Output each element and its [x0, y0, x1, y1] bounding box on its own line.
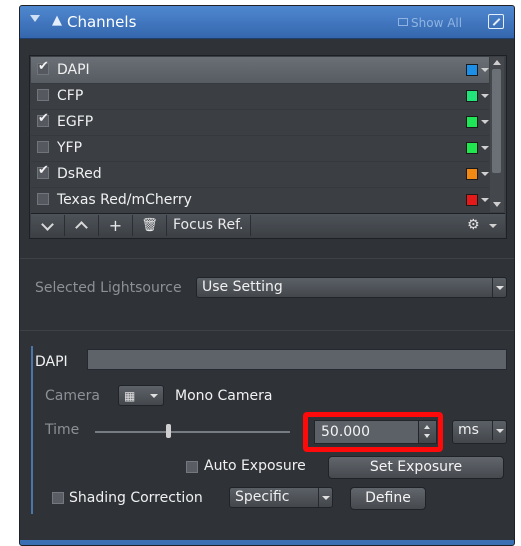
channel-checkbox[interactable]	[37, 59, 49, 75]
gear-dropdown-icon[interactable]	[489, 224, 497, 228]
move-up-button[interactable]	[65, 215, 99, 236]
channel-color-swatch[interactable]	[466, 142, 478, 154]
channel-color-swatch[interactable]	[466, 194, 478, 206]
panel-header[interactable]: ▲ Channels Show All	[20, 6, 514, 39]
next-panel-header[interactable]	[20, 540, 514, 545]
channel-row[interactable]: DAPI	[31, 57, 489, 84]
lightsource-value: Use Setting	[202, 279, 283, 295]
undock-icon[interactable]	[488, 14, 504, 29]
collapse-chevron-icon[interactable]	[30, 15, 40, 22]
scroll-up-arrow-icon[interactable]	[493, 60, 501, 65]
auto-exposure-checkbox[interactable]	[186, 461, 198, 473]
add-channel-button[interactable]: +	[99, 215, 133, 236]
chevron-up-icon	[75, 221, 88, 234]
exposure-slider-thumb[interactable]	[166, 424, 171, 438]
channel-name: Texas Red/mCherry	[57, 192, 192, 208]
chevron-down-icon	[318, 488, 332, 507]
shading-mode-dropdown[interactable]: Specific	[229, 487, 333, 508]
lightsource-label: Selected Lightsource	[35, 280, 182, 296]
set-exposure-button[interactable]: Set Exposure	[328, 456, 504, 479]
channel-checkbox[interactable]	[37, 89, 49, 101]
channel-row[interactable]: DsRed	[31, 161, 489, 188]
channel-icon: ▲	[52, 13, 62, 28]
auto-exposure-label: Auto Exposure	[204, 458, 306, 474]
channel-row[interactable]: YFP	[31, 135, 489, 162]
chevron-down-icon[interactable]	[481, 120, 489, 124]
time-unit-dropdown[interactable]: ms	[452, 420, 507, 444]
channel-list-scrollbar[interactable]	[490, 57, 504, 212]
channel-name-field[interactable]	[87, 349, 507, 370]
time-unit-value: ms	[458, 422, 479, 438]
exposure-slider-track[interactable]	[95, 431, 290, 433]
time-label: Time	[45, 422, 80, 438]
camera-name: Mono Camera	[175, 388, 273, 404]
channel-name: CFP	[57, 88, 84, 104]
gear-icon[interactable]: ⚙	[467, 215, 480, 236]
camera-select-button[interactable]: ▦	[118, 385, 164, 406]
channel-row[interactable]: CFP	[31, 83, 489, 110]
define-button[interactable]: Define	[350, 487, 426, 510]
shading-correction-label: Shading Correction	[69, 490, 203, 506]
move-down-button[interactable]	[31, 215, 65, 236]
channel-name: DAPI	[57, 62, 90, 78]
chevron-down-icon[interactable]	[481, 146, 489, 150]
channel-checkbox[interactable]	[37, 193, 49, 205]
channel-row[interactable]: Texas Red/mCherry	[31, 187, 489, 214]
chevron-down-icon[interactable]	[481, 198, 489, 202]
trash-icon: 🗑	[141, 218, 158, 233]
channel-checkbox[interactable]	[37, 141, 49, 153]
camera-label: Camera	[45, 388, 100, 404]
shading-mode-value: Specific	[235, 489, 290, 505]
show-all-label: Show All	[411, 16, 463, 30]
channels-panel: ▲ Channels Show All DAPI CFP EGFP YFP DsRed T…	[19, 5, 515, 546]
channel-checkbox[interactable]	[37, 163, 49, 179]
shading-correction-checkbox[interactable]	[52, 492, 64, 504]
panel-title: Channels	[67, 13, 137, 31]
chevron-down-icon[interactable]	[481, 68, 489, 72]
channel-name: YFP	[57, 140, 83, 156]
chevron-down-icon	[150, 394, 158, 398]
show-all-toggle[interactable]: Show All	[398, 16, 462, 30]
lightsource-dropdown[interactable]: Use Setting	[196, 277, 507, 298]
chevron-down-icon	[492, 421, 506, 440]
delete-channel-button[interactable]: 🗑	[133, 215, 167, 236]
channel-color-swatch[interactable]	[466, 168, 478, 180]
highlight-box	[303, 412, 443, 452]
scroll-down-arrow-icon[interactable]	[493, 202, 501, 207]
chevron-down-icon	[41, 218, 54, 231]
channel-list: DAPI CFP EGFP YFP DsRed Texas Red/mCherry + 🗑…	[29, 55, 507, 239]
channel-list-toolbar: + 🗑 Focus Ref. ⚙	[31, 213, 505, 238]
channel-color-swatch[interactable]	[466, 116, 478, 128]
camera-icon: ▦	[124, 389, 136, 403]
focus-ref-button[interactable]: Focus Ref.	[167, 215, 251, 236]
show-all-checkbox-icon	[398, 18, 408, 26]
channel-checkbox[interactable]	[37, 111, 49, 127]
scroll-thumb[interactable]	[492, 69, 501, 173]
channel-name-label: DAPI	[35, 354, 68, 370]
chevron-down-icon	[492, 278, 506, 297]
section-indicator	[31, 346, 33, 514]
chevron-down-icon[interactable]	[481, 94, 489, 98]
channel-name: EGFP	[57, 114, 94, 130]
channel-color-swatch[interactable]	[466, 90, 478, 102]
section-divider	[20, 330, 514, 331]
section-divider	[20, 258, 514, 259]
channel-name: DsRed	[57, 166, 102, 182]
channel-row[interactable]: EGFP	[31, 109, 489, 136]
channel-color-swatch[interactable]	[466, 64, 478, 76]
chevron-down-icon[interactable]	[481, 172, 489, 176]
